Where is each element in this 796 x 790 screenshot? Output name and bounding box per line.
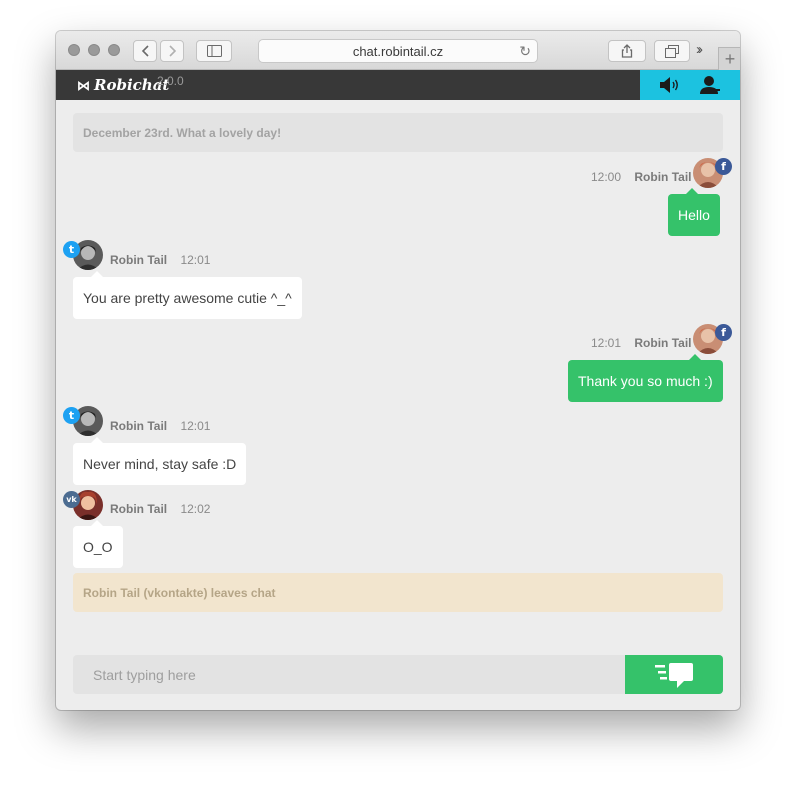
more-toolbar-icon[interactable]: ›› (696, 41, 703, 58)
message-meta: Robin Tail 12:01 (110, 419, 210, 433)
message-author: Robin Tail (110, 253, 168, 267)
message-meta: 12:00 Robin Tail (591, 170, 691, 184)
message-author: Robin Tail (634, 336, 692, 350)
message-bubble: Thank you so much :) (568, 354, 723, 402)
address-bar[interactable]: chat.robintail.cz ↻ (258, 39, 538, 63)
message-author: Robin Tail (110, 419, 168, 433)
chat-area[interactable]: December 23rd. What a lovely day! 12:00 … (56, 100, 740, 710)
message-time: 12:01 (180, 419, 211, 433)
message-meta: 12:01 Robin Tail (591, 336, 691, 350)
robichat-logo-icon: ⋈ (77, 79, 90, 94)
app-logo: ⋈ Robichat (77, 76, 169, 94)
zoom-window-button[interactable] (108, 44, 120, 56)
date-banner: December 23rd. What a lovely day! (73, 113, 723, 152)
message-bubble: You are pretty awesome cutie ^_^ (73, 271, 302, 319)
message-text: Never mind, stay safe :D (83, 456, 237, 472)
back-button[interactable] (133, 40, 157, 62)
browser-toolbar: chat.robintail.cz ↻ ›› + (56, 31, 740, 71)
browser-window: chat.robintail.cz ↻ ›› + ⋈ Robichat 2.0.0… (56, 31, 740, 710)
close-window-button[interactable] (68, 44, 80, 56)
header-actions (640, 70, 740, 100)
user-icon[interactable] (699, 75, 721, 95)
forward-button[interactable] (160, 40, 184, 62)
sidebar-toggle-button[interactable] (196, 40, 232, 62)
message-bubble: Never mind, stay safe :D (73, 437, 247, 485)
message-text: Thank you so much :) (578, 373, 713, 389)
app-version: 2.0.0 (157, 74, 184, 88)
twitter-icon: t (63, 241, 80, 258)
tabs-overview-button[interactable] (654, 40, 690, 62)
new-tab-button[interactable]: + (718, 47, 740, 71)
chevron-right-icon (168, 45, 176, 57)
tabs-icon (665, 44, 679, 58)
message-text: You are pretty awesome cutie ^_^ (83, 290, 292, 306)
send-button[interactable] (625, 655, 723, 694)
share-icon (621, 44, 633, 58)
send-message-icon (655, 662, 693, 688)
share-button[interactable] (608, 40, 646, 62)
app-header: ⋈ Robichat 2.0.0 (56, 70, 740, 100)
sidebar-icon (206, 45, 222, 57)
url-text: chat.robintail.cz (352, 43, 444, 59)
message-text: O_O (83, 539, 113, 555)
facebook-icon: f (715, 324, 732, 341)
message-author: Robin Tail (634, 170, 692, 184)
message-meta: Robin Tail 12:01 (110, 253, 210, 267)
message-meta: Robin Tail 12:02 (110, 502, 210, 516)
message-bubble: O_O (73, 520, 123, 568)
leave-notice: Robin Tail (vkontakte) leaves chat (73, 573, 723, 612)
message-bubble: Hello (668, 188, 720, 236)
message-author: Robin Tail (110, 502, 168, 516)
message-time: 12:01 (591, 336, 622, 350)
message-text: Hello (678, 207, 710, 223)
facebook-icon: f (715, 158, 732, 175)
twitter-icon: t (63, 407, 80, 424)
minimize-window-button[interactable] (88, 44, 100, 56)
message-time: 12:00 (591, 170, 622, 184)
message-time: 12:01 (180, 253, 211, 267)
speaker-icon[interactable] (659, 75, 681, 95)
chevron-left-icon (141, 45, 149, 57)
reload-icon[interactable]: ↻ (519, 43, 531, 60)
message-input[interactable] (73, 655, 625, 694)
message-time: 12:02 (180, 502, 211, 516)
vkontakte-icon: vk (63, 491, 80, 508)
message-composer (73, 655, 723, 694)
